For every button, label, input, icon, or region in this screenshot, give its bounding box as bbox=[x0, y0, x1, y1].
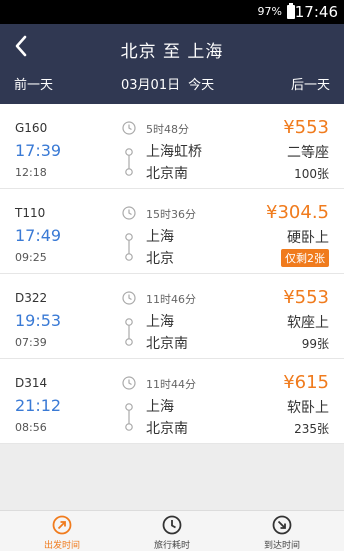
tab-depart-time[interactable]: 出发时间 bbox=[5, 511, 119, 551]
duration: 5时48分 bbox=[146, 123, 189, 136]
to-station: 北京南 bbox=[146, 336, 188, 352]
duration: 11时44分 bbox=[146, 378, 196, 391]
seat-type: 软卧上 bbox=[287, 400, 329, 416]
to-station: 北京南 bbox=[146, 166, 188, 182]
seat-type: 软座上 bbox=[287, 315, 329, 331]
clock-icon bbox=[122, 206, 136, 220]
current-date: 03月01日 bbox=[121, 78, 181, 93]
clock-icon bbox=[162, 515, 182, 535]
from-station: 上海 bbox=[146, 229, 174, 245]
page-title: 北京 至 上海 bbox=[120, 42, 224, 62]
depart-time: 17:39 bbox=[15, 141, 62, 160]
route-line-icon bbox=[125, 233, 133, 261]
next-day-button[interactable]: 后一天 bbox=[291, 74, 330, 93]
depart-arrow-icon bbox=[52, 515, 72, 535]
tab-travel-time[interactable]: 旅行耗时 bbox=[115, 511, 229, 551]
status-time: 17:46 bbox=[294, 3, 338, 21]
tickets-left: 235张 bbox=[294, 422, 329, 436]
depart-time: 21:12 bbox=[15, 396, 62, 415]
low-stock-badge: 仅剩2张 bbox=[281, 249, 329, 267]
train-row[interactable]: D322 19:53 07:39 11时46分 上海 北京南 ¥553 软座上 … bbox=[0, 274, 344, 359]
arrive-time: 09:25 bbox=[15, 251, 47, 264]
route-line-icon bbox=[125, 148, 133, 176]
from-station: 上海 bbox=[146, 314, 174, 330]
to-station: 北京 bbox=[146, 251, 174, 267]
battery-level: 97% bbox=[257, 5, 282, 18]
tab-label: 到达时间 bbox=[263, 541, 300, 551]
clock-icon bbox=[122, 376, 136, 390]
train-row[interactable]: T110 17:49 09:25 15时36分 上海 北京 ¥304.5 硬卧上… bbox=[0, 189, 344, 274]
arrive-time: 07:39 bbox=[15, 336, 47, 349]
duration: 15时36分 bbox=[146, 208, 196, 221]
clock-icon bbox=[122, 121, 136, 135]
depart-time: 19:53 bbox=[15, 311, 62, 330]
train-row[interactable]: D314 21:12 08:56 11时44分 上海 北京南 ¥615 软卧上 … bbox=[0, 359, 344, 444]
train-code: D322 bbox=[15, 291, 48, 305]
seat-type: 二等座 bbox=[287, 145, 329, 161]
date-selector[interactable]: 03月01日 今天 bbox=[121, 74, 214, 93]
from-station: 上海虹桥 bbox=[146, 144, 202, 160]
arrive-time: 08:56 bbox=[15, 421, 47, 434]
price: ¥615 bbox=[283, 372, 329, 393]
seat-type: 硬卧上 bbox=[287, 230, 329, 246]
today-label: 今天 bbox=[188, 78, 215, 93]
price: ¥553 bbox=[283, 117, 329, 138]
status-bar: 97% 17:46 bbox=[0, 0, 344, 24]
train-code: T110 bbox=[15, 206, 46, 220]
tab-label: 旅行耗时 bbox=[153, 541, 190, 551]
arrive-arrow-icon bbox=[272, 515, 292, 535]
train-code: G160 bbox=[15, 121, 48, 135]
prev-day-button[interactable]: 前一天 bbox=[14, 74, 53, 93]
arrive-time: 12:18 bbox=[15, 166, 47, 179]
price: ¥553 bbox=[283, 287, 329, 308]
train-list: G160 17:39 12:18 5时48分 上海虹桥 北京南 ¥553 二等座… bbox=[0, 104, 344, 444]
price: ¥304.5 bbox=[266, 202, 329, 223]
to-station: 北京南 bbox=[146, 421, 188, 437]
train-code: D314 bbox=[15, 376, 48, 390]
tickets-left: 100张 bbox=[294, 167, 329, 181]
route-line-icon bbox=[125, 318, 133, 346]
duration: 11时46分 bbox=[146, 293, 196, 306]
clock-icon bbox=[122, 291, 136, 305]
sort-tab-bar: 出发时间 旅行耗时 到达时间 bbox=[0, 510, 344, 551]
route-line-icon bbox=[125, 403, 133, 431]
from-station: 上海 bbox=[146, 399, 174, 415]
tab-label: 出发时间 bbox=[43, 541, 80, 551]
tab-arrive-time[interactable]: 到达时间 bbox=[225, 511, 339, 551]
tickets-left: 99张 bbox=[301, 337, 329, 351]
depart-time: 17:49 bbox=[15, 226, 62, 245]
train-row[interactable]: G160 17:39 12:18 5时48分 上海虹桥 北京南 ¥553 二等座… bbox=[0, 104, 344, 189]
app-header: 北京 至 上海 前一天 03月01日 今天 后一天 bbox=[0, 24, 344, 104]
